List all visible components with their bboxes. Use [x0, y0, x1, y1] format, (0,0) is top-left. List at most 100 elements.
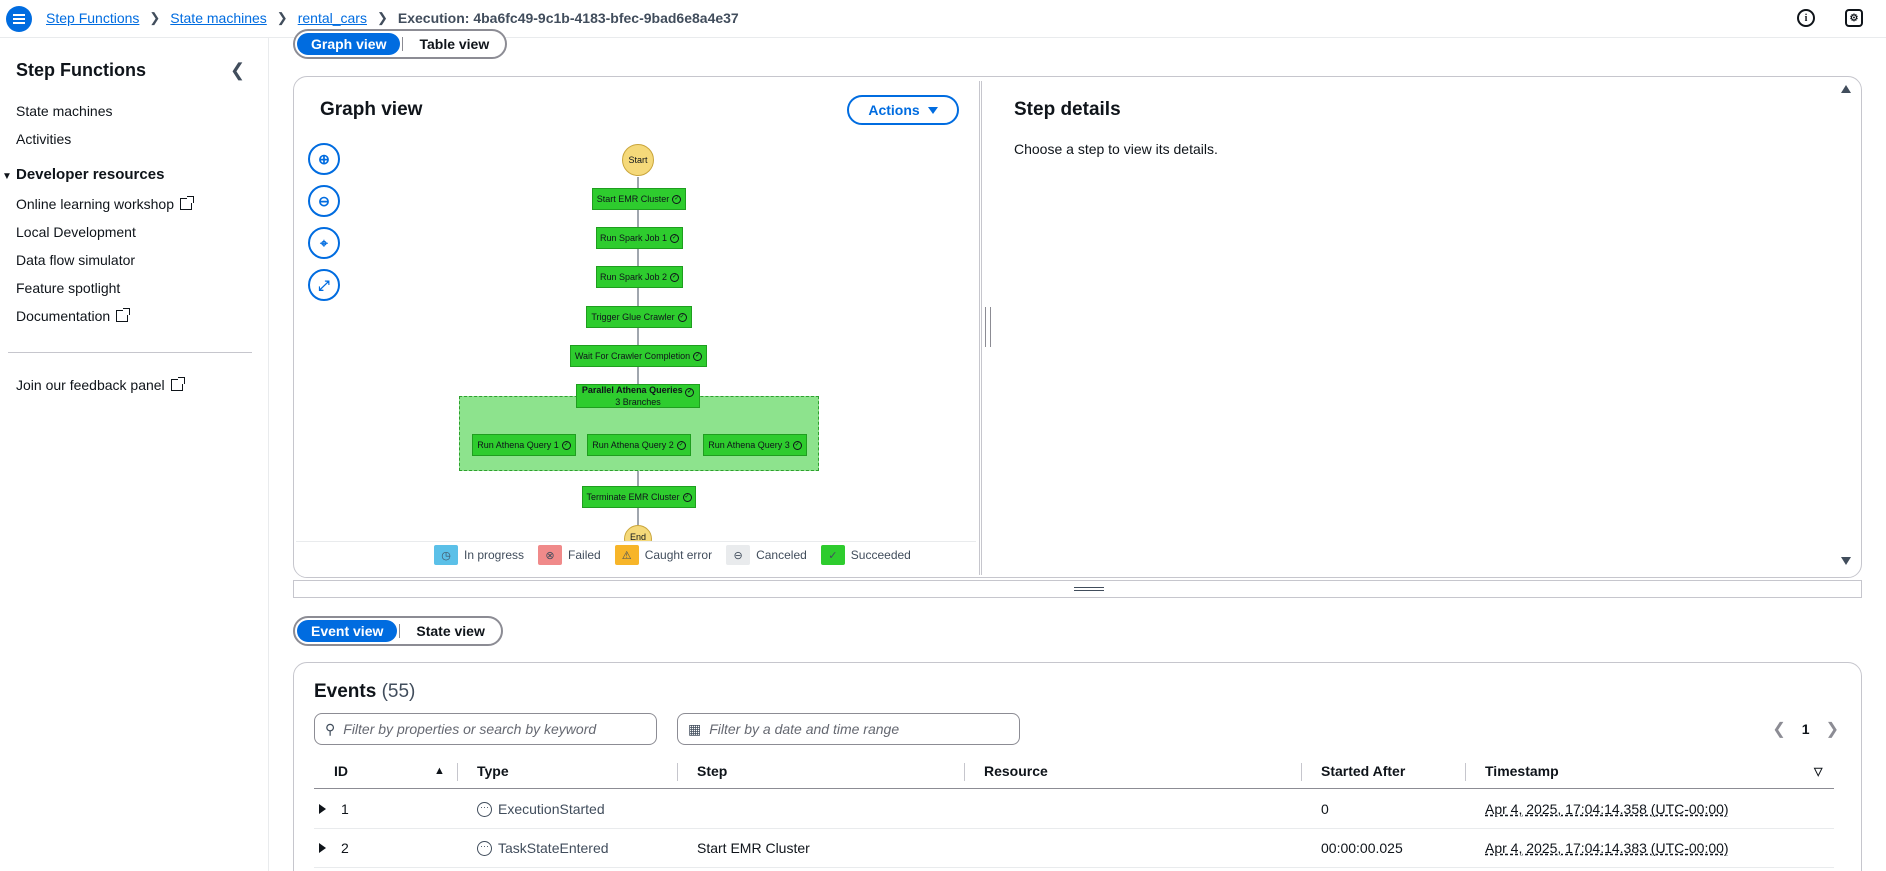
- cell-type-label: TaskStateEntered: [498, 840, 609, 856]
- legend-label: Canceled: [756, 548, 807, 562]
- column-separator[interactable]: [1465, 763, 1466, 781]
- breadcrumb-state-machines[interactable]: State machines: [170, 10, 267, 26]
- sidebar-item-feedback-panel[interactable]: Join our feedback panel: [16, 377, 185, 393]
- cell-timestamp[interactable]: Apr 4, 2025, 17:04:14.383 (UTC-00:00): [1485, 840, 1729, 856]
- event-type-icon: ···: [477, 801, 492, 817]
- page-number[interactable]: 1: [1802, 721, 1810, 737]
- graph-node-parallel-athena-queries[interactable]: Parallel Athena Queries ✓ 3 Branches: [576, 384, 700, 408]
- legend-in-progress: ◷ In progress: [434, 545, 524, 565]
- sidebar-item-activities[interactable]: Activities: [16, 131, 71, 147]
- legend-succeeded: ✓ Succeeded: [820, 545, 911, 565]
- scroll-up-icon[interactable]: [1841, 85, 1851, 93]
- column-separator[interactable]: [964, 763, 965, 781]
- info-icon[interactable]: i: [1797, 9, 1815, 27]
- breadcrumb-step-functions[interactable]: Step Functions: [46, 10, 139, 26]
- check-icon: ✓: [676, 440, 686, 450]
- column-step[interactable]: Step: [697, 763, 727, 779]
- column-timestamp[interactable]: Timestamp: [1485, 763, 1559, 779]
- sidebar-item-feature-spotlight[interactable]: Feature spotlight: [16, 280, 120, 296]
- node-label: Wait For Crawler Completion: [574, 351, 691, 361]
- step-details-text: Choose a step to view its details.: [1014, 141, 1218, 157]
- external-link-icon: [170, 377, 185, 391]
- sidebar-item-documentation[interactable]: Documentation: [16, 308, 131, 324]
- sidebar-item-data-flow-simulator[interactable]: Data flow simulator: [16, 252, 135, 268]
- graph-node-run-spark-job-1[interactable]: Run Spark Job 1 ✓: [596, 227, 683, 249]
- legend-label: Succeeded: [850, 548, 911, 562]
- check-icon: ✓: [693, 351, 703, 361]
- table-row[interactable]: 2 ··· TaskStateEntered Start EMR Cluster …: [314, 829, 1834, 868]
- breadcrumb-rental-cars[interactable]: rental_cars: [298, 10, 367, 26]
- column-id[interactable]: ID: [334, 763, 348, 779]
- sort-descending-icon[interactable]: ▽: [1814, 765, 1822, 778]
- graph-node-run-athena-query-2[interactable]: Run Athena Query 2 ✓: [587, 434, 691, 456]
- sidebar-section-developer-resources[interactable]: Developer resources: [16, 166, 164, 183]
- check-icon: ✓: [670, 233, 680, 243]
- date-range-filter[interactable]: ▦ Filter by a date and time range: [677, 713, 1020, 745]
- column-separator[interactable]: [677, 763, 678, 781]
- scroll-down-icon[interactable]: [1841, 557, 1851, 565]
- panel-splitter[interactable]: [979, 81, 982, 575]
- events-title: Events (55): [314, 681, 415, 703]
- tab-state-view[interactable]: State view: [402, 620, 498, 642]
- column-separator[interactable]: [1301, 763, 1302, 781]
- breadcrumb-current-execution: Execution: 4ba6fc49-9c1b-4183-bfec-9bad6…: [397, 10, 739, 26]
- drag-handle-icon[interactable]: [985, 307, 991, 347]
- caret-down-icon[interactable]: ▼: [2, 171, 12, 182]
- cell-id: 1: [341, 801, 349, 817]
- events-count: (55): [381, 681, 416, 702]
- collapse-sidebar-icon[interactable]: ❮: [230, 60, 245, 81]
- external-link-icon: [116, 308, 131, 322]
- graph-node-run-athena-query-3[interactable]: Run Athena Query 3 ✓: [703, 434, 807, 456]
- check-icon: ✓: [682, 492, 692, 502]
- graph-node-trigger-glue-crawler[interactable]: Trigger Glue Crawler ✓: [586, 306, 692, 328]
- vertical-resize-bar[interactable]: [293, 580, 1862, 598]
- pagination: ❮ 1 ❯: [1772, 719, 1839, 739]
- node-sublabel: 3 Branches: [615, 397, 661, 407]
- cell-started-after: 0: [1321, 801, 1329, 817]
- graph-node-start-emr-cluster[interactable]: Start EMR Cluster ✓: [592, 188, 686, 210]
- column-separator[interactable]: [457, 763, 458, 781]
- graph-node-terminate-emr-cluster[interactable]: Terminate EMR Cluster ✓: [582, 486, 696, 508]
- tab-table-view[interactable]: Table view: [405, 33, 503, 55]
- graph-panel: Graph view Actions ⊕ ⊖ ⌖ ⤢ Start Start E…: [293, 76, 1862, 578]
- toggle-divider: [399, 624, 401, 638]
- tab-graph-view[interactable]: Graph view: [297, 33, 401, 55]
- table-row[interactable]: 1 ··· ExecutionStarted 0 Apr 4, 2025, 17:…: [314, 790, 1834, 829]
- column-type[interactable]: Type: [477, 763, 509, 779]
- sidebar-item-label: Documentation: [16, 308, 111, 324]
- drag-handle-icon[interactable]: [1074, 587, 1104, 591]
- sidebar-item-label: Join our feedback panel: [16, 377, 165, 393]
- sidebar: Step Functions ❮ State machines Activiti…: [0, 38, 269, 871]
- check-circle-icon: ✓: [820, 545, 845, 565]
- previous-page-icon[interactable]: ❮: [1772, 719, 1785, 739]
- menu-button[interactable]: [6, 6, 32, 32]
- expand-row-icon[interactable]: [319, 804, 326, 814]
- events-search-input[interactable]: ⚲ Filter by properties or search by keyw…: [314, 713, 657, 745]
- sidebar-item-state-machines[interactable]: State machines: [16, 103, 113, 119]
- cell-timestamp[interactable]: Apr 4, 2025, 17:04:14.358 (UTC-00:00): [1485, 801, 1729, 817]
- node-label: Parallel Athena Queries ✓: [582, 385, 695, 397]
- graph-node-start[interactable]: Start: [622, 144, 654, 176]
- column-resource[interactable]: Resource: [984, 763, 1048, 779]
- next-page-icon[interactable]: ❯: [1826, 719, 1839, 739]
- sidebar-title: Step Functions: [16, 60, 146, 80]
- date-placeholder: Filter by a date and time range: [709, 721, 900, 737]
- sidebar-item-local-development[interactable]: Local Development: [16, 224, 136, 240]
- sort-ascending-icon[interactable]: ▲: [434, 765, 445, 777]
- graph-node-run-spark-job-2[interactable]: Run Spark Job 2 ✓: [596, 266, 683, 288]
- failed-icon: ⊗: [538, 545, 563, 565]
- legend-label: Caught error: [644, 548, 713, 562]
- expand-row-icon[interactable]: [319, 843, 326, 853]
- node-label: Run Spark Job 1: [599, 233, 668, 243]
- sidebar-item-online-learning-workshop[interactable]: Online learning workshop: [16, 196, 194, 212]
- legend-failed: ⊗ Failed: [538, 545, 601, 565]
- settings-icon[interactable]: ⚙: [1845, 9, 1863, 27]
- chevron-right-icon: ❯: [276, 10, 288, 25]
- tab-event-view[interactable]: Event view: [297, 620, 398, 642]
- column-started-after[interactable]: Started After: [1321, 763, 1405, 779]
- chevron-right-icon: ❯: [376, 10, 388, 25]
- cell-type: ··· ExecutionStarted: [477, 801, 605, 817]
- graph-node-run-athena-query-1[interactable]: Run Athena Query 1 ✓: [472, 434, 576, 456]
- check-icon: ✓: [670, 272, 680, 282]
- graph-node-wait-for-crawler[interactable]: Wait For Crawler Completion ✓: [570, 345, 707, 367]
